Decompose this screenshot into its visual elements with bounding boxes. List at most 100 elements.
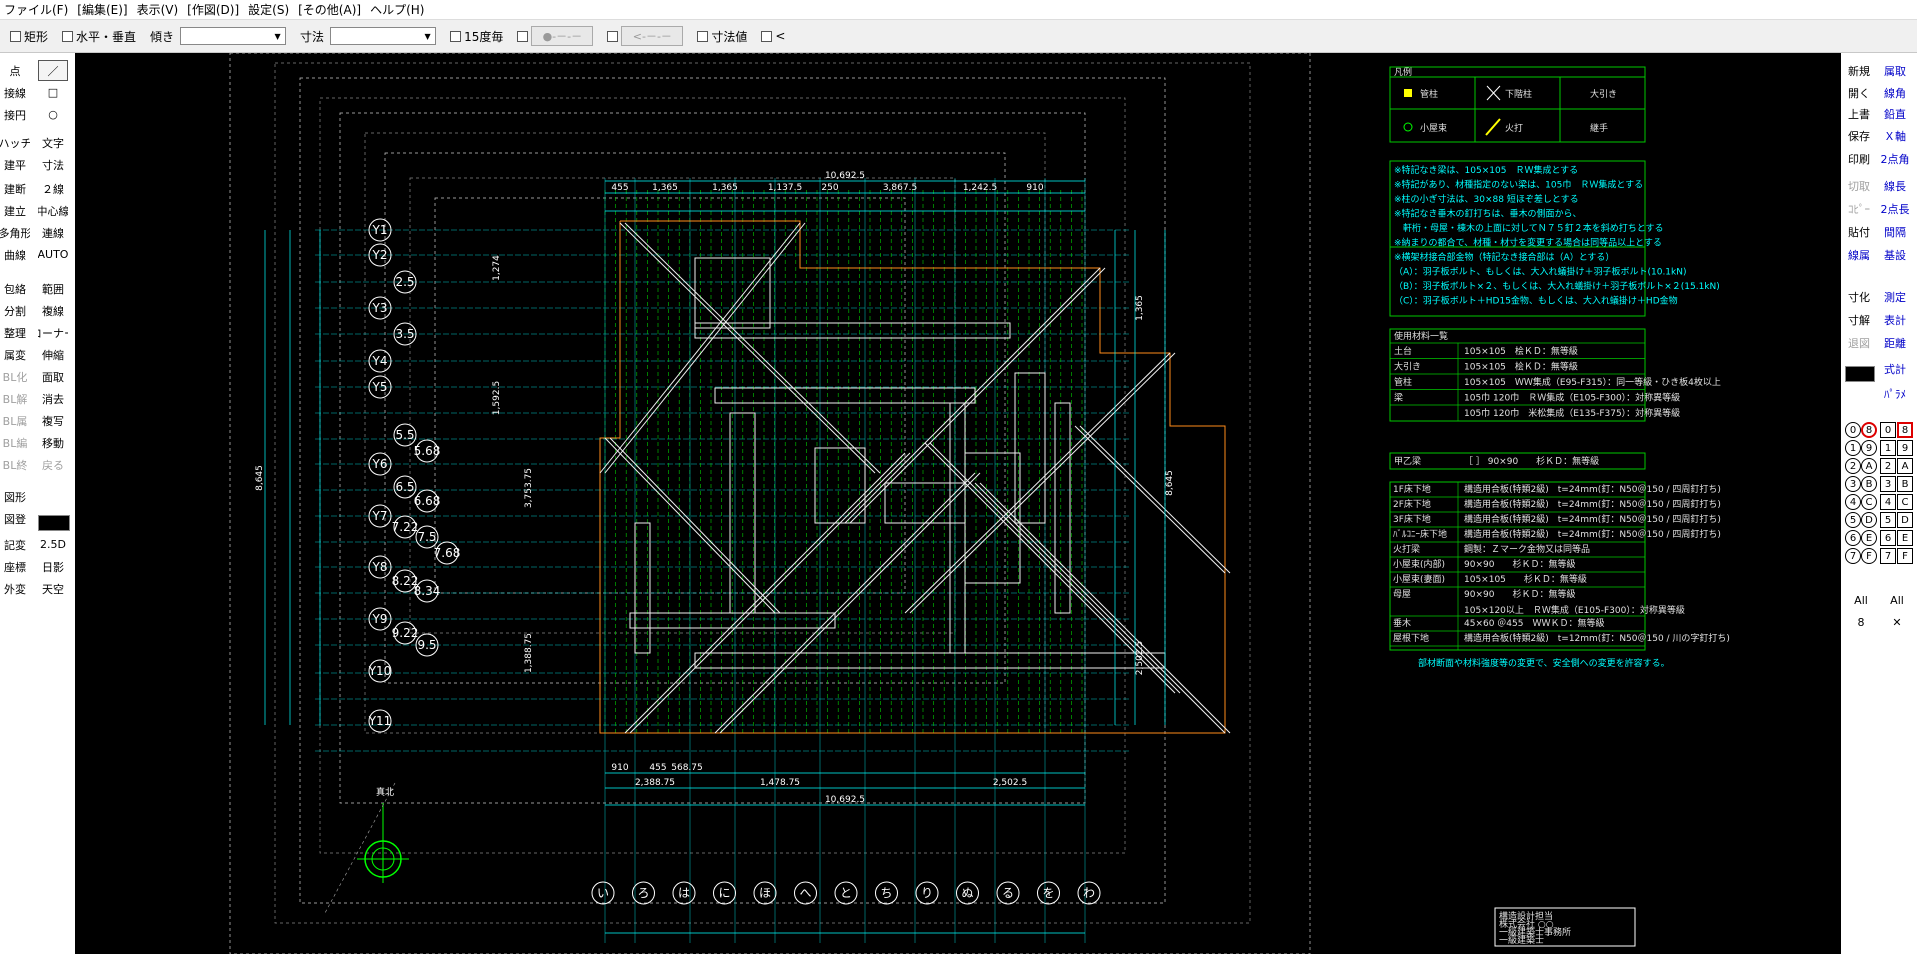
layer-group-9[interactable]: 9 bbox=[1861, 440, 1877, 456]
tool-15-1[interactable]: 複写 bbox=[38, 410, 68, 431]
layer-group-C[interactable]: C bbox=[1861, 494, 1877, 510]
layer-layer-5[interactable]: 5 bbox=[1880, 512, 1896, 528]
layer-layer-9[interactable]: 9 bbox=[1897, 440, 1913, 456]
tool-22-1[interactable]: 天空 bbox=[38, 578, 68, 599]
layer-layer-D[interactable]: D bbox=[1897, 512, 1913, 528]
rtool-12-1[interactable]: 式計 bbox=[1879, 358, 1911, 379]
tool-20-1[interactable]: 2.5D bbox=[38, 534, 68, 555]
tool-7-1[interactable]: 連線 bbox=[38, 222, 68, 243]
dimval-checkbox[interactable] bbox=[697, 30, 709, 42]
layer-group-B[interactable]: B bbox=[1861, 476, 1877, 492]
tool-2-0[interactable]: 接円 bbox=[0, 104, 30, 125]
rect-option[interactable]: 矩形 bbox=[10, 28, 48, 45]
rtool-4-1[interactable]: 2点角 bbox=[1879, 148, 1911, 169]
rtool-6-0[interactable]: ｺﾋﾟｰ bbox=[1843, 198, 1875, 219]
tool-5-0[interactable]: 建断 bbox=[0, 178, 30, 199]
line-color-swatch[interactable] bbox=[1845, 366, 1875, 382]
cad-drawing[interactable]: 10,692.5 455 1,365 1,365 1,137.5 250 3,867.5 1,… bbox=[75, 53, 1841, 954]
lt-checkbox[interactable] bbox=[761, 30, 773, 42]
drawing-canvas[interactable]: 10,692.5 455 1,365 1,365 1,137.5 250 3,867.5 1,… bbox=[75, 53, 1841, 954]
layer-group-F[interactable]: F bbox=[1861, 548, 1877, 564]
layer-layer-C[interactable]: C bbox=[1897, 494, 1913, 510]
line-style-swatch[interactable] bbox=[38, 515, 70, 531]
layer-layer-E[interactable]: E bbox=[1897, 530, 1913, 546]
layer-group-8[interactable]: 8 bbox=[1861, 422, 1877, 438]
layer-group-E[interactable]: E bbox=[1861, 530, 1877, 546]
tool-6-1[interactable]: 中心線 bbox=[38, 200, 68, 221]
rect-checkbox[interactable] bbox=[10, 30, 21, 42]
tool-5-1[interactable]: ２線 bbox=[38, 178, 68, 199]
rtool-10-1[interactable]: 表計 bbox=[1879, 309, 1911, 330]
tool-7-0[interactable]: 多角形 bbox=[0, 222, 30, 243]
layer-layer-6[interactable]: 6 bbox=[1880, 530, 1896, 546]
line-start-button[interactable]: ●-－-－ bbox=[531, 26, 594, 46]
deg15-checkbox[interactable] bbox=[450, 30, 462, 42]
tool-0-0[interactable]: 点 bbox=[0, 60, 30, 81]
tool-19-0[interactable]: 図登 bbox=[0, 508, 30, 529]
menu-help[interactable]: ヘルプ(H) bbox=[368, 1, 431, 18]
rtool-8-1[interactable]: 基設 bbox=[1879, 244, 1911, 265]
dim-combo[interactable]: ▼ bbox=[330, 27, 437, 45]
rtool-2-0[interactable]: 上書 bbox=[1843, 103, 1875, 124]
tool-8-0[interactable]: 曲線 bbox=[0, 244, 30, 265]
layer-group-0[interactable]: 0 bbox=[1845, 422, 1861, 438]
tool-22-0[interactable]: 外変 bbox=[0, 578, 30, 599]
tool-15-0[interactable]: BL属 bbox=[0, 410, 30, 431]
hv-checkbox[interactable] bbox=[62, 30, 74, 42]
tool-16-0[interactable]: BL編 bbox=[0, 432, 30, 453]
tool-3-0[interactable]: ハッチ bbox=[0, 132, 30, 153]
arrow-button[interactable]: <-－-－ bbox=[621, 26, 684, 46]
tool-18-1[interactable] bbox=[38, 486, 68, 507]
tool-20-0[interactable]: 記変 bbox=[0, 534, 30, 555]
tool-13-1[interactable]: 面取 bbox=[38, 366, 68, 387]
layer-all-button-2[interactable]: 8 bbox=[1845, 612, 1877, 633]
tool-2-1[interactable]: ○ bbox=[38, 104, 68, 125]
layer-layer-7[interactable]: 7 bbox=[1880, 548, 1896, 564]
layer-all-button-0[interactable]: All bbox=[1845, 590, 1877, 611]
tool-17-0[interactable]: BL終 bbox=[0, 454, 30, 475]
tool-11-1[interactable]: コーナー bbox=[38, 322, 68, 343]
btn2-checkbox[interactable] bbox=[607, 30, 619, 42]
tool-0-1[interactable]: ／ bbox=[38, 60, 68, 81]
layer-layer-8[interactable]: 8 bbox=[1897, 422, 1913, 438]
rtool-13-1[interactable]: ﾊﾟﾗﾒ bbox=[1879, 383, 1911, 404]
tool-18-0[interactable]: 図形 bbox=[0, 486, 30, 507]
layer-layer-1[interactable]: 1 bbox=[1880, 440, 1896, 456]
layer-group-1[interactable]: 1 bbox=[1845, 440, 1861, 456]
layer-layer-A[interactable]: A bbox=[1897, 458, 1913, 474]
tool-14-0[interactable]: BL解 bbox=[0, 388, 30, 409]
tool-1-0[interactable]: 接線 bbox=[0, 82, 30, 103]
layer-all-button-1[interactable]: All bbox=[1881, 590, 1913, 611]
layer-group-4[interactable]: 4 bbox=[1845, 494, 1861, 510]
lt-option[interactable]: < bbox=[761, 29, 785, 43]
tool-8-1[interactable]: AUTO bbox=[38, 244, 68, 265]
tool-1-1[interactable]: □ bbox=[38, 82, 68, 103]
btn1-checkbox[interactable] bbox=[517, 30, 529, 42]
menu-edit[interactable]: [編集(E)] bbox=[75, 1, 134, 18]
rtool-7-1[interactable]: 間隔 bbox=[1879, 221, 1911, 242]
deg15-option[interactable]: 15度毎 bbox=[450, 28, 503, 45]
tool-3-1[interactable]: 文字 bbox=[38, 132, 68, 153]
layer-layer-2[interactable]: 2 bbox=[1880, 458, 1896, 474]
tool-12-0[interactable]: 属変 bbox=[0, 344, 30, 365]
rtool-10-0[interactable]: 寸解 bbox=[1843, 309, 1875, 330]
layer-group-A[interactable]: A bbox=[1861, 458, 1877, 474]
layer-group-3[interactable]: 3 bbox=[1845, 476, 1861, 492]
rtool-4-0[interactable]: 印刷 bbox=[1843, 148, 1875, 169]
tool-4-1[interactable]: 寸法 bbox=[38, 154, 68, 175]
layer-layer-3[interactable]: 3 bbox=[1880, 476, 1896, 492]
rtool-3-1[interactable]: Ｘ軸 bbox=[1879, 125, 1911, 146]
layer-layer-B[interactable]: B bbox=[1897, 476, 1913, 492]
layer-group-6[interactable]: 6 bbox=[1845, 530, 1861, 546]
rtool-5-1[interactable]: 線長 bbox=[1879, 175, 1911, 196]
layer-layer-0[interactable]: 0 bbox=[1880, 422, 1896, 438]
layer-group-5[interactable]: 5 bbox=[1845, 512, 1861, 528]
menu-other[interactable]: [その他(A)] bbox=[296, 1, 368, 18]
rtool-11-1[interactable]: 距離 bbox=[1879, 332, 1911, 353]
tool-10-0[interactable]: 分割 bbox=[0, 300, 30, 321]
rtool-0-1[interactable]: 属取 bbox=[1879, 60, 1911, 81]
layer-layer-4[interactable]: 4 bbox=[1880, 494, 1896, 510]
rtool-9-0[interactable]: 寸化 bbox=[1843, 286, 1875, 307]
tool-13-0[interactable]: BL化 bbox=[0, 366, 30, 387]
tool-6-0[interactable]: 建立 bbox=[0, 200, 30, 221]
